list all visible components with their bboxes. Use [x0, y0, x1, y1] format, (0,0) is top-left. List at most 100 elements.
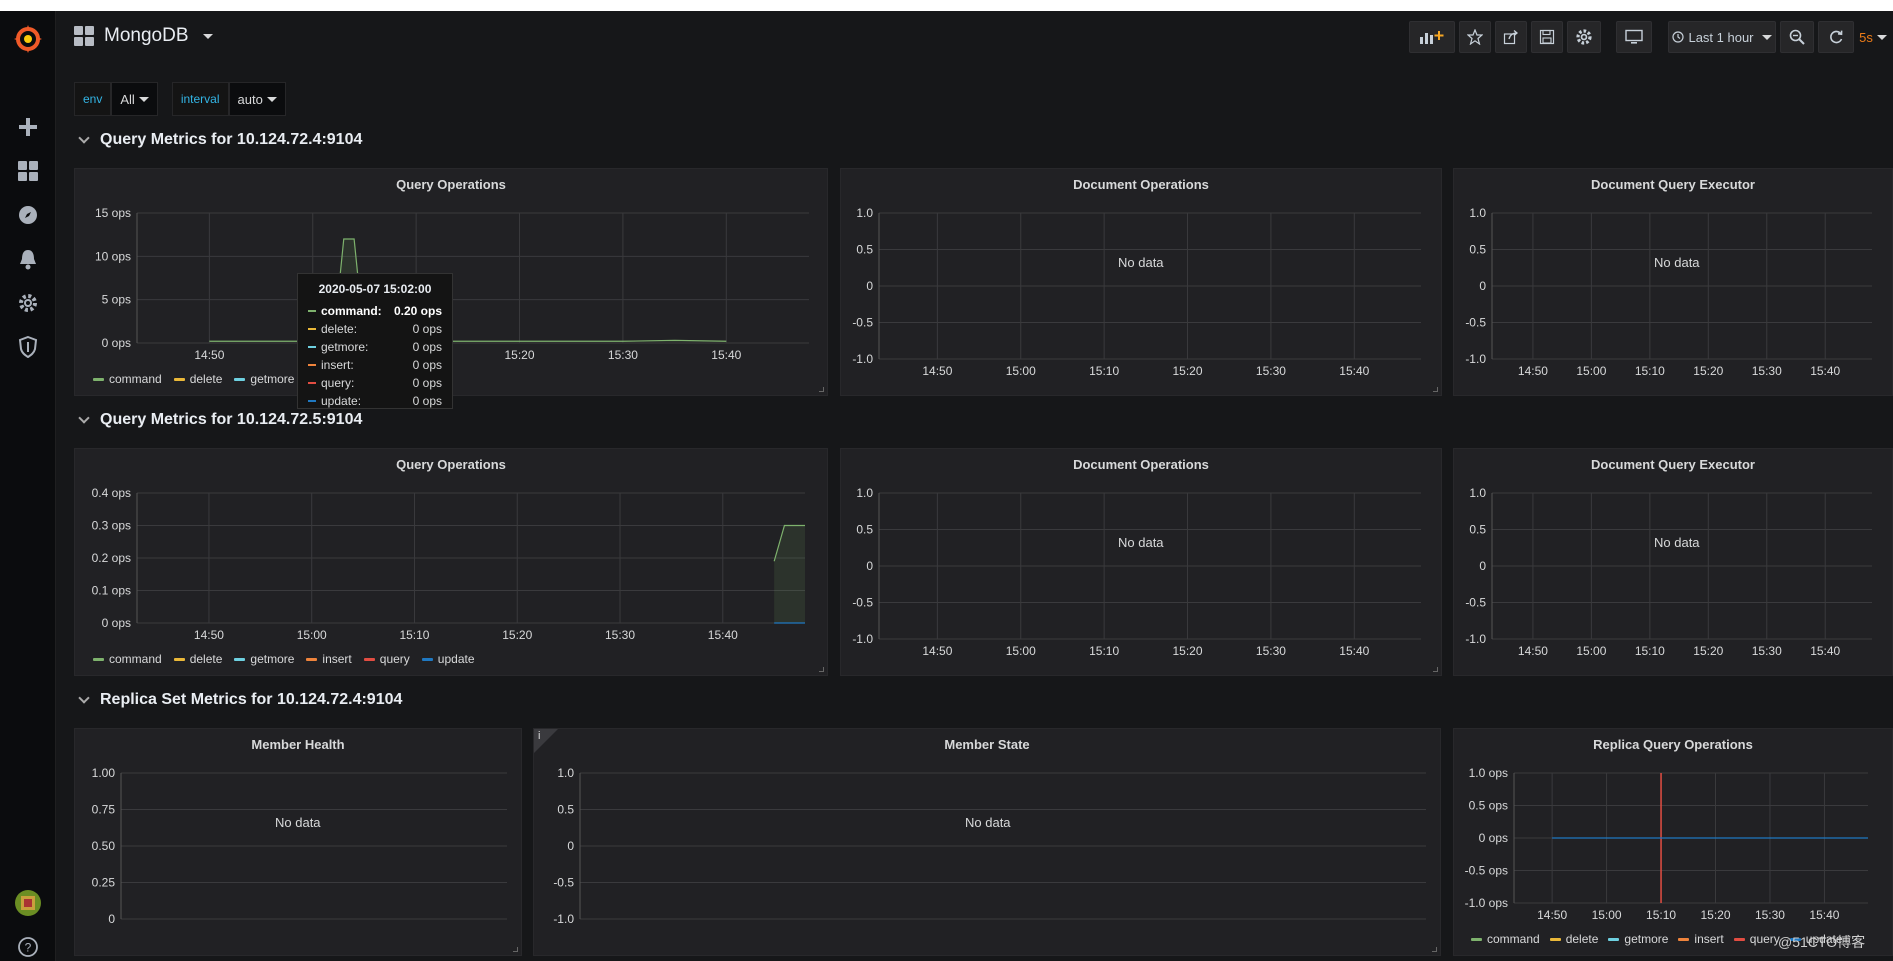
resize-handle[interactable]: [1433, 667, 1438, 672]
legend-item-insert[interactable]: insert: [1678, 932, 1724, 946]
x-tick-label: 15:20: [1173, 364, 1203, 378]
x-tick-label: 15:40: [1810, 364, 1840, 378]
variable-env-dropdown[interactable]: All: [111, 82, 158, 116]
legend-item-delete[interactable]: delete: [1549, 932, 1598, 946]
panel-title[interactable]: Query Operations: [75, 457, 827, 472]
legend-item-command[interactable]: command: [1471, 932, 1540, 946]
tv-mode-button[interactable]: [1616, 21, 1652, 53]
y-tick-label: 1.00: [92, 766, 116, 780]
time-range-picker[interactable]: Last 1 hour: [1668, 21, 1776, 53]
graph-tooltip: 2020-05-07 15:02:00 command: 0.20 ops del…: [297, 273, 453, 409]
save-dashboard-button[interactable]: [1531, 21, 1563, 53]
legend-item-getmore[interactable]: getmore: [234, 372, 294, 386]
panel-replica-query-operations[interactable]: -1.0 ops -0.5 ops 0 ops 0.5 ops 1.0 ops 14:50…: [1453, 728, 1893, 956]
panel-title[interactable]: Document Operations: [841, 177, 1441, 192]
y-tick-label: 0.5: [856, 523, 873, 537]
x-tick-label: 15:40: [711, 348, 741, 362]
legend-item-delete[interactable]: delete: [173, 372, 223, 386]
y-tick-label: 0.1 ops: [92, 584, 131, 598]
dashboard-title: MongoDB: [104, 25, 189, 46]
dashboard-picker[interactable]: MongoDB: [74, 25, 213, 47]
panel-title[interactable]: Replica Query Operations: [1454, 737, 1892, 752]
y-tick-label: 0.4 ops: [92, 486, 131, 500]
panel-document-operations-2[interactable]: -1.0 -0.5 0 0.5 1.0 14:50 15:00 15:10 15:20 15:30…: [840, 448, 1442, 676]
dashboard-navbar: MongoDB Last 1 hour 5s: [56, 11, 1893, 67]
chart-svg-r1_doc: -1.0 -0.5 0 0.5 1.0 14:50 15:00 15:10 15:20 15:30…: [852, 206, 1421, 378]
help-icon[interactable]: ?: [12, 931, 44, 961]
panel-title[interactable]: Document Query Executor: [1454, 177, 1892, 192]
add-panel-button[interactable]: [1409, 21, 1455, 53]
panel-member-state[interactable]: -1.0 -0.5 0 0.5 1.0 i Member State No data: [533, 728, 1441, 956]
resize-handle[interactable]: [513, 947, 518, 952]
x-tick-label: 15:10: [1646, 908, 1676, 922]
user-avatar[interactable]: [12, 887, 44, 919]
y-tick-label: 0.25: [92, 876, 116, 890]
panel-title[interactable]: Member Health: [75, 737, 521, 752]
x-tick-label: 15:20: [1693, 364, 1723, 378]
zoom-out-button[interactable]: [1780, 21, 1814, 53]
y-tick-label: 0.2 ops: [92, 551, 131, 565]
y-tick-label: -0.5: [852, 316, 873, 330]
variable-interval-value: auto: [237, 91, 263, 107]
panel-query-operations-2[interactable]: 0 ops 0.1 ops 0.2 ops 0.3 ops 0.4 ops 14:50 15…: [74, 448, 828, 676]
panel-title[interactable]: Document Operations: [841, 457, 1441, 472]
legend-item-query[interactable]: query: [1733, 932, 1780, 946]
legend-item-delete[interactable]: delete: [173, 652, 222, 666]
panel-document-query-executor-1[interactable]: -1.0 -0.5 0 0.5 1.0 14:50 15:00 15:10 15:20 15:30…: [1453, 168, 1893, 396]
y-tick-label: 0: [108, 912, 115, 926]
legend-label: query: [1749, 932, 1780, 946]
row-header-2[interactable]: Query Metrics for 10.124.72.5:9104: [78, 411, 362, 429]
resize-handle[interactable]: [1433, 387, 1438, 392]
x-tick-label: 15:10: [1635, 644, 1665, 658]
variable-interval-dropdown[interactable]: auto: [228, 82, 286, 116]
legend-item-update[interactable]: update: [421, 652, 475, 666]
tooltip-row-getmore: getmore: 0 ops: [308, 338, 442, 356]
panel-document-operations-1[interactable]: -1.0 -0.5 0 0.5 1.0 14:50 15:00 15:10 15:20 15:30…: [840, 168, 1442, 396]
panel-title[interactable]: Member State: [534, 737, 1440, 752]
plus-icon[interactable]: [12, 111, 44, 143]
legend-label: update: [437, 652, 475, 666]
tooltip-swatch: [308, 364, 316, 366]
x-tick-label: 15:20: [1173, 644, 1203, 658]
legend-item-getmore[interactable]: getmore: [234, 652, 294, 666]
no-data-label: No data: [1118, 255, 1164, 270]
clock-icon: [1672, 31, 1685, 43]
legend-label: delete: [189, 372, 223, 386]
x-tick-label: 14:50: [1537, 908, 1567, 922]
resize-handle[interactable]: [819, 667, 824, 672]
series-line-command: [209, 238, 727, 342]
explore-compass-icon[interactable]: [12, 199, 44, 231]
y-tick-label: 0 ops: [1479, 831, 1508, 845]
y-tick-label: 1.0: [856, 206, 873, 220]
dashboard-settings-button[interactable]: [1567, 21, 1601, 53]
star-dashboard-button[interactable]: [1459, 21, 1491, 53]
row-header-3[interactable]: Replica Set Metrics for 10.124.72.4:9104: [78, 691, 402, 709]
caret-down-icon: [138, 96, 149, 102]
server-admin-shield-icon[interactable]: [12, 331, 44, 363]
resize-handle[interactable]: [819, 387, 824, 392]
legend-item-command[interactable]: command: [93, 372, 162, 386]
configuration-gear-icon[interactable]: [12, 287, 44, 319]
dashboards-icon[interactable]: [12, 155, 44, 187]
panel-title[interactable]: Query Operations: [75, 177, 827, 192]
legend-item-getmore[interactable]: getmore: [1608, 932, 1668, 946]
panel-title[interactable]: Document Query Executor: [1454, 457, 1892, 472]
tooltip-swatch: [308, 346, 316, 348]
panel-document-query-executor-2[interactable]: -1.0 -0.5 0 0.5 1.0 14:50 15:00 15:10 15:20 15:30…: [1453, 448, 1893, 676]
alerting-bell-icon[interactable]: [12, 243, 44, 275]
grafana-logo-icon[interactable]: [12, 23, 44, 55]
no-data-label: No data: [1654, 535, 1700, 550]
tooltip-swatch: [308, 310, 316, 312]
row-header-1[interactable]: Query Metrics for 10.124.72.4:9104: [78, 131, 362, 149]
legend-item-insert[interactable]: insert: [306, 652, 352, 666]
legend-item-query[interactable]: query: [363, 652, 410, 666]
legend-label: query: [379, 652, 410, 666]
refresh-button[interactable]: [1818, 21, 1854, 53]
resize-handle[interactable]: [1432, 947, 1437, 952]
share-dashboard-button[interactable]: [1495, 21, 1527, 53]
legend-item-command[interactable]: command: [93, 652, 162, 666]
legend-label: insert: [322, 652, 352, 666]
refresh-interval-picker[interactable]: 5s: [1856, 21, 1890, 53]
chart-svg-r2_doc: -1.0 -0.5 0 0.5 1.0 14:50 15:00 15:10 15:20 15:30…: [852, 486, 1421, 658]
panel-member-health[interactable]: 0 0.25 0.50 0.75 1.00 Member Health No data: [74, 728, 522, 956]
